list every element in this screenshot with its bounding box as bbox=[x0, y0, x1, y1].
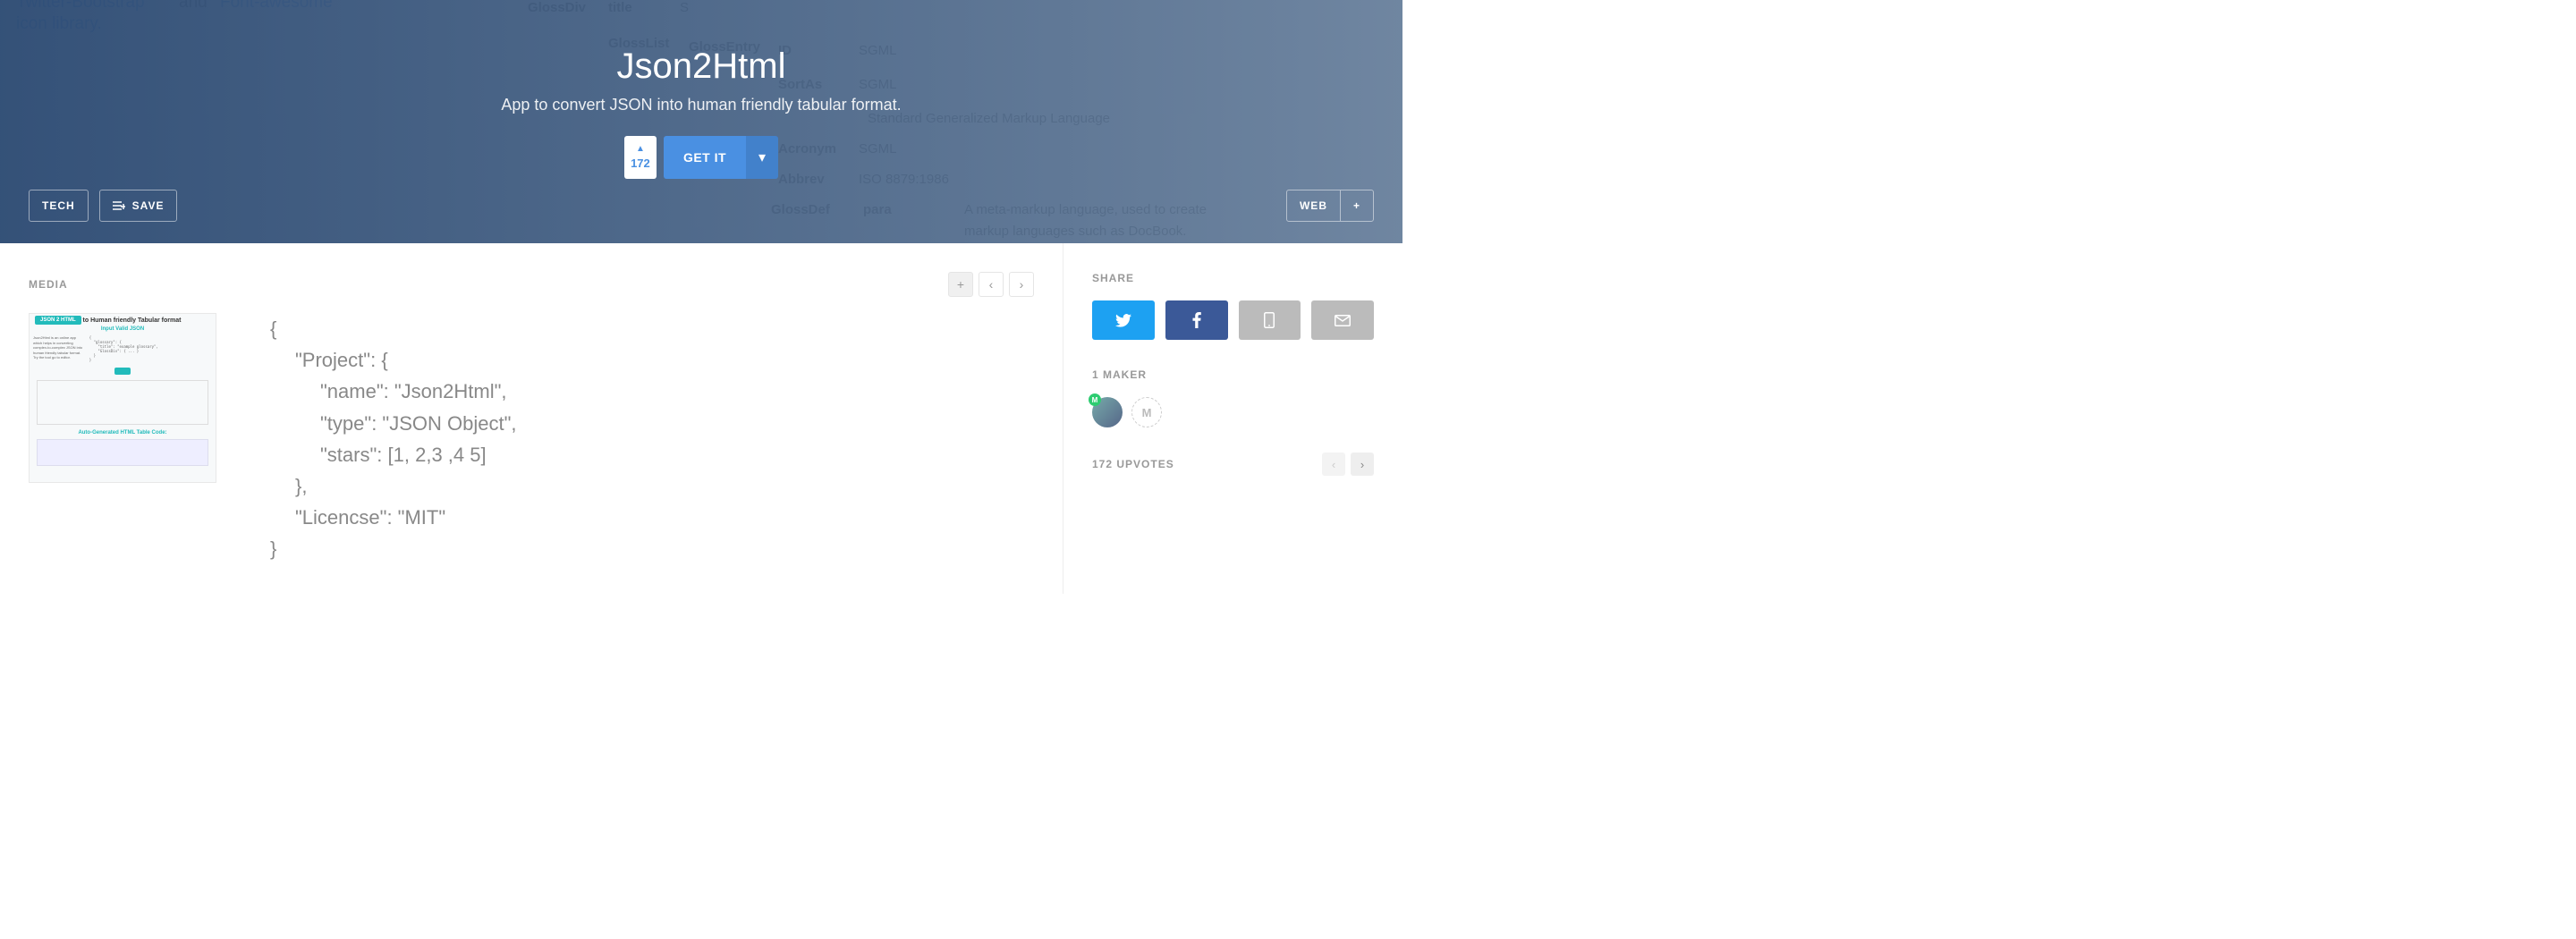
chevron-left-icon: ‹ bbox=[989, 277, 994, 292]
share-section-label: SHARE bbox=[1092, 272, 1374, 284]
media-thumbnail-1[interactable]: JSON 2 HTML JSON to Human friendly Tabul… bbox=[29, 313, 216, 483]
tech-tag-button[interactable]: TECH bbox=[29, 190, 89, 222]
add-maker-label: M bbox=[1142, 406, 1152, 419]
thumb-badge: JSON 2 HTML bbox=[35, 316, 81, 325]
chevron-left-icon: ‹ bbox=[1332, 458, 1335, 471]
thumb-code bbox=[37, 439, 208, 466]
get-it-dropdown[interactable]: ▾ bbox=[746, 136, 778, 179]
facebook-icon bbox=[1192, 312, 1201, 328]
share-facebook-button[interactable] bbox=[1165, 300, 1228, 340]
media-prev-button[interactable]: ‹ bbox=[979, 272, 1004, 297]
add-maker-button[interactable]: M bbox=[1131, 397, 1162, 427]
caret-down-icon: ▾ bbox=[758, 148, 766, 166]
save-label: SAVE bbox=[132, 199, 165, 212]
upvotes-prev-button[interactable]: ‹ bbox=[1322, 453, 1345, 476]
thumb-sub: Input Valid JSON bbox=[30, 326, 216, 332]
upvote-button[interactable]: ▲ 172 bbox=[624, 136, 657, 179]
chevron-right-icon: › bbox=[1020, 277, 1024, 292]
tech-label: TECH bbox=[42, 199, 75, 212]
product-title: Json2Html bbox=[0, 0, 1402, 87]
chevron-right-icon: › bbox=[1360, 458, 1364, 471]
preview-line: "Project": { bbox=[270, 344, 998, 376]
thumb-run-button bbox=[114, 368, 131, 375]
share-twitter-button[interactable] bbox=[1092, 300, 1155, 340]
twitter-icon bbox=[1115, 314, 1131, 327]
maker-badge: M bbox=[1089, 393, 1101, 406]
upvotes-next-button[interactable]: › bbox=[1351, 453, 1374, 476]
web-tag-button[interactable]: WEB bbox=[1287, 190, 1340, 221]
preview-line: "type": "JSON Object", bbox=[270, 408, 998, 439]
share-mobile-button[interactable] bbox=[1239, 300, 1301, 340]
preview-line: } bbox=[270, 533, 998, 564]
preview-line: "stars": [1, 2,3 ,4 5] bbox=[270, 439, 998, 470]
thumb-footer: Auto-Generated HTML Table Code: bbox=[30, 430, 216, 436]
media-next-button[interactable]: › bbox=[1009, 272, 1034, 297]
save-button[interactable]: SAVE bbox=[99, 190, 178, 222]
get-it-button[interactable]: GET IT bbox=[664, 136, 746, 179]
preview-line: }, bbox=[270, 470, 998, 502]
preview-line: "Licencse": "MIT" bbox=[270, 502, 998, 533]
add-platform-button[interactable]: + bbox=[1340, 190, 1373, 221]
email-icon bbox=[1335, 315, 1351, 326]
get-it-button-group: GET IT ▾ bbox=[664, 136, 778, 179]
plus-icon: + bbox=[957, 277, 964, 292]
list-icon bbox=[113, 200, 125, 211]
preview-line: "name": "Json2Html", bbox=[270, 376, 998, 407]
upvotes-section-label: 172 UPVOTES bbox=[1092, 458, 1174, 470]
media-gallery: JSON 2 HTML JSON to Human friendly Tabul… bbox=[29, 313, 1034, 565]
thumb-table bbox=[37, 380, 208, 425]
share-email-button[interactable] bbox=[1311, 300, 1374, 340]
add-media-button[interactable]: + bbox=[948, 272, 973, 297]
maker-avatar[interactable]: M bbox=[1092, 397, 1123, 427]
media-section-label: MEDIA bbox=[29, 278, 68, 291]
upvote-count: 172 bbox=[631, 156, 650, 170]
web-label: WEB bbox=[1300, 199, 1327, 212]
media-preview-large[interactable]: { "Project": { "name": "Json2Html", "typ… bbox=[234, 313, 1034, 565]
product-tagline: App to convert JSON into human friendly … bbox=[0, 96, 1402, 114]
platform-tag-group: WEB + bbox=[1286, 190, 1374, 222]
hero-banner: Twitter-Bootstrap and Font-awesome icon … bbox=[0, 0, 1402, 243]
maker-section-label: 1 MAKER bbox=[1092, 368, 1374, 381]
mobile-icon bbox=[1264, 312, 1275, 328]
preview-line: { bbox=[270, 313, 998, 344]
triangle-up-icon: ▲ bbox=[636, 145, 645, 154]
plus-icon: + bbox=[1353, 199, 1360, 212]
